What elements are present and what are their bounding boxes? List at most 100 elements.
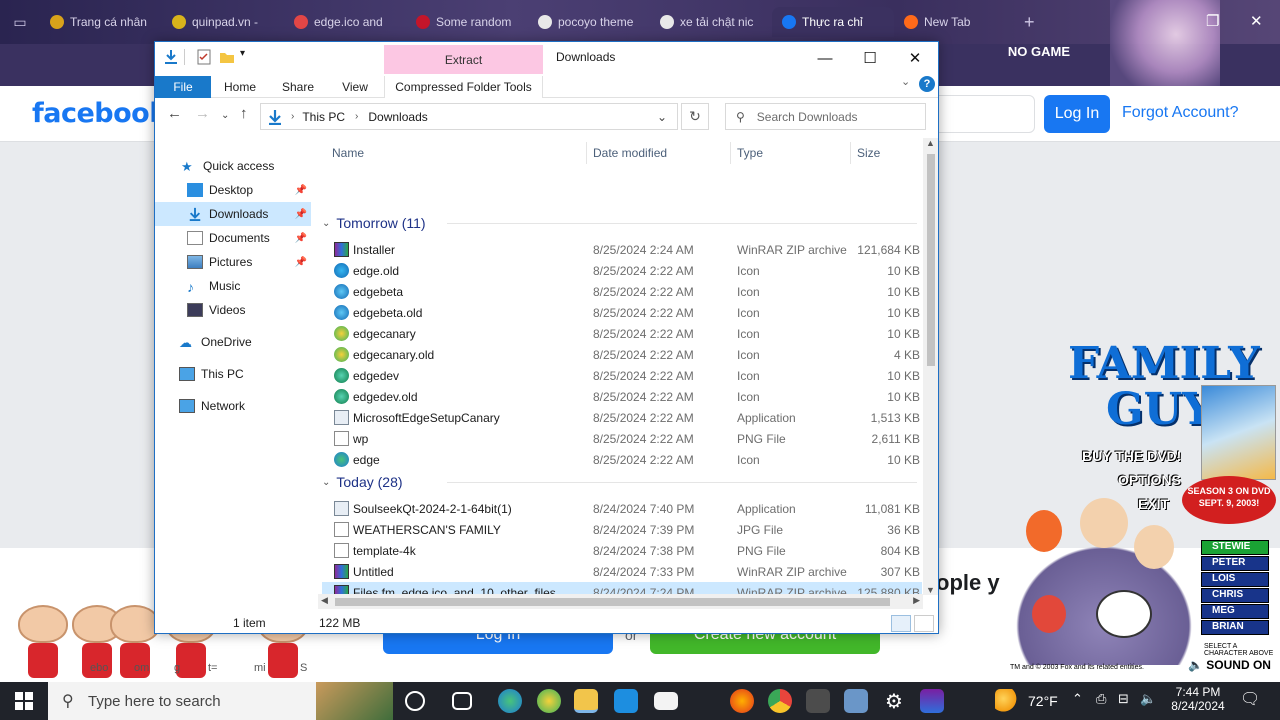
address-bar[interactable]: › This PC › Downloads ⌄ (260, 103, 678, 130)
scroll-down-icon[interactable]: ▼ (926, 585, 935, 595)
exit-button[interactable]: EXIT (1138, 496, 1169, 512)
help-icon[interactable]: ? (919, 76, 935, 92)
refresh-button[interactable]: ↻ (681, 103, 709, 130)
browser-tab[interactable]: Trang cá nhân (40, 7, 162, 37)
paint-taskbar-icon[interactable] (844, 689, 868, 713)
scrollbar-thumb[interactable] (335, 598, 890, 606)
minimize-button[interactable]: — (810, 47, 840, 69)
column-name[interactable]: Name (332, 142, 364, 164)
chrome-taskbar-icon[interactable] (768, 689, 792, 713)
file-row[interactable]: Installer 8/25/2024 2:24 AM WinRAR ZIP arc… (322, 239, 922, 260)
mail-taskbar-icon[interactable] (654, 692, 678, 710)
column-size[interactable]: Size (857, 142, 880, 164)
forward-arrow-icon[interactable]: → (195, 105, 210, 122)
nav-network[interactable]: Network (155, 394, 311, 418)
password-input[interactable] (930, 95, 1035, 133)
nav-onedrive[interactable]: ☁ OneDrive (155, 330, 311, 354)
nav-documents[interactable]: Documents 📌 (155, 226, 311, 250)
nav-this-pc[interactable]: This PC (155, 362, 311, 386)
file-explorer-taskbar-icon[interactable] (574, 689, 598, 713)
download-arrow-icon[interactable] (163, 49, 179, 65)
extract-tab[interactable]: Extract (384, 45, 543, 74)
tab-file[interactable]: File (155, 76, 211, 98)
column-date-modified[interactable]: Date modified (593, 142, 667, 164)
family-guy-ad[interactable]: FAMILY GUY BUY THE DVD! OPTIONS EXIT SEA… (996, 330, 1280, 682)
film-taskbar-icon[interactable] (806, 689, 830, 713)
tab-share[interactable]: Share (273, 76, 323, 98)
clock[interactable]: 7:44 PM 8/24/2024 (1170, 685, 1226, 713)
character-option[interactable]: BRIAN (1201, 620, 1269, 635)
meet-now-icon[interactable]: ⎙ (1096, 691, 1106, 707)
cortana-icon[interactable] (405, 691, 425, 711)
file-row[interactable]: wp 8/25/2024 2:22 AM PNG File 2,611 KB (322, 428, 922, 449)
customize-toolbar-icon[interactable]: ▾ (240, 48, 245, 59)
file-row[interactable]: MicrosoftEdgeSetupCanary 8/25/2024 2:22 A… (322, 407, 922, 428)
character-option[interactable]: MEG (1201, 604, 1269, 619)
options-button[interactable]: OPTIONS (1118, 472, 1181, 488)
nav-downloads[interactable]: Downloads 📌 (155, 202, 311, 226)
volume-icon[interactable]: 🔈 (1140, 691, 1156, 707)
browser-tab[interactable]: Some random (406, 7, 528, 37)
nav-pictures[interactable]: Pictures 📌 (155, 250, 311, 274)
recent-locations-icon[interactable]: ⌄ (221, 110, 229, 121)
address-dropdown-icon[interactable]: ⌄ (657, 110, 667, 124)
back-arrow-icon[interactable]: ← (167, 105, 182, 122)
browser-close-button[interactable]: ✕ (1250, 12, 1263, 30)
edge-taskbar-icon[interactable] (498, 689, 522, 713)
up-arrow-icon[interactable]: ↑ (240, 105, 248, 122)
character-option[interactable]: CHRIS (1201, 588, 1269, 603)
properties-icon[interactable] (196, 49, 212, 65)
details-view-button[interactable] (891, 615, 911, 632)
new-folder-icon[interactable] (219, 49, 235, 65)
browser-maximize-button[interactable]: ❐ (1206, 12, 1219, 30)
browser-tab[interactable]: edge.ico and (284, 7, 406, 37)
tab-actions-icon[interactable]: ▭ (0, 14, 40, 31)
temperature[interactable]: 72°F (1028, 693, 1058, 709)
sound-toggle[interactable]: 🔈 SOUND ON (1188, 658, 1271, 672)
ribbon-collapse-icon[interactable]: ⌄ (901, 75, 910, 88)
group-header[interactable]: ⌄ Today (28) (322, 472, 917, 492)
edge-canary-taskbar-icon[interactable] (537, 689, 561, 713)
settings-taskbar-icon[interactable]: ⚙ (882, 689, 906, 713)
file-row[interactable]: edgecanary.old 8/25/2024 2:22 AM Icon 4 KB (322, 344, 922, 365)
file-row[interactable]: WEATHERSCAN'S FAMILY 8/24/2024 7:39 PM JPG… (322, 519, 922, 540)
firefox-taskbar-icon[interactable] (730, 689, 754, 713)
file-row[interactable]: Untitled 8/24/2024 7:33 PM WinRAR ZIP arch… (322, 561, 922, 582)
taskbar-search-box[interactable]: ⚲ Type here to search (48, 682, 393, 720)
new-tab-button[interactable]: + (1024, 12, 1035, 33)
group-header[interactable]: ⌄ Tomorrow (11) (322, 213, 917, 233)
browser-tab[interactable]: quinpad.vn - (162, 7, 284, 37)
buy-dvd-button[interactable]: BUY THE DVD! (1082, 448, 1181, 464)
file-row[interactable]: edgedev.old 8/25/2024 2:22 AM Icon 10 KB (322, 386, 922, 407)
facebook-logo[interactable]: facebook (32, 98, 167, 129)
winrar-taskbar-icon[interactable] (920, 689, 944, 713)
windows-start-icon[interactable] (14, 691, 34, 711)
column-type[interactable]: Type (737, 142, 763, 164)
store-taskbar-icon[interactable] (614, 689, 638, 713)
scrollbar-thumb[interactable] (927, 154, 935, 366)
character-option[interactable]: STEWIE (1201, 540, 1269, 555)
search-box[interactable]: ⚲ Search Downloads (725, 103, 926, 130)
network-tray-icon[interactable]: ⊟ (1118, 691, 1129, 707)
breadcrumb-downloads[interactable]: Downloads (368, 110, 427, 124)
browser-tab[interactable]: Thực ra chỉ (772, 7, 894, 37)
browser-tab[interactable]: xe tải chật nic (650, 7, 772, 37)
forgot-account-link[interactable]: Forgot Account? (1122, 104, 1239, 122)
breadcrumb-this-pc[interactable]: This PC (302, 110, 345, 124)
tab-compressed-folder-tools[interactable]: Compressed Folder Tools (384, 76, 543, 98)
tab-home[interactable]: Home (215, 76, 265, 98)
large-icons-view-button[interactable] (914, 615, 934, 632)
maximize-button[interactable]: ☐ (855, 47, 885, 69)
file-row[interactable]: template-4k 8/24/2024 7:38 PM PNG File 804 … (322, 540, 922, 561)
nav-videos[interactable]: Videos (155, 298, 311, 322)
file-row[interactable]: edgedev 8/25/2024 2:22 AM Icon 10 KB (322, 365, 922, 386)
browser-tab[interactable]: pocoyo theme (528, 7, 650, 37)
file-row[interactable]: edge 8/25/2024 2:22 AM Icon 10 KB (322, 449, 922, 470)
scroll-left-icon[interactable]: ◀ (321, 595, 328, 606)
task-view-icon[interactable] (452, 692, 472, 710)
notifications-icon[interactable]: 🗨 (1240, 689, 1260, 709)
browser-tab[interactable]: New Tab (894, 7, 1016, 37)
file-row[interactable]: SoulseekQt-2024-2-1-64bit(1) 8/24/2024 7:… (322, 498, 922, 519)
vertical-scrollbar[interactable]: ▲ ▼ (923, 138, 938, 595)
scroll-right-icon[interactable]: ▶ (913, 595, 920, 606)
